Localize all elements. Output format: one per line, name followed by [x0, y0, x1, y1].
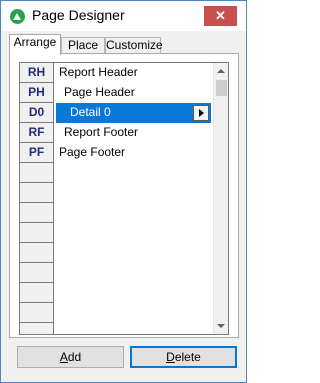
page-designer-window: Page Designer ✕ Arrange Place Customize … — [0, 0, 247, 383]
scroll-thumb[interactable] — [216, 80, 227, 96]
empty-section-row[interactable] — [20, 203, 228, 223]
empty-section-row[interactable] — [20, 243, 228, 263]
section-code[interactable] — [20, 183, 54, 203]
section-row[interactable]: D0 Detail 0 — [20, 103, 228, 123]
scroll-up-icon[interactable] — [217, 69, 225, 73]
section-row[interactable]: RF Report Footer — [20, 123, 228, 143]
tab-place[interactable]: Place — [61, 37, 105, 54]
section-code[interactable] — [20, 303, 54, 323]
section-code[interactable]: D0 — [20, 103, 54, 123]
add-label-rest: dd — [67, 350, 82, 364]
delete-label-rest: elete — [174, 350, 201, 364]
section-name: Page Footer — [59, 145, 126, 159]
empty-section-row[interactable] — [20, 323, 228, 334]
section-code[interactable]: PF — [20, 143, 54, 163]
arrange-panel: PF Page Footer RF Report Footer D0 Detail 0 PH… — [9, 53, 239, 338]
section-name: Report Header — [59, 65, 138, 79]
section-row[interactable]: PF Page Footer — [20, 143, 228, 163]
add-mnemonic: A — [59, 350, 68, 364]
section-code[interactable] — [20, 283, 54, 303]
section-code[interactable] — [20, 243, 54, 263]
section-row[interactable]: PH Page Header — [20, 83, 228, 103]
expand-arrow-icon[interactable] — [193, 105, 209, 121]
add-button[interactable]: Add — [17, 346, 124, 368]
section-name: Detail 0 — [70, 105, 111, 119]
empty-section-row[interactable] — [20, 263, 228, 283]
empty-section-row[interactable] — [20, 163, 228, 183]
empty-section-row[interactable] — [20, 283, 228, 303]
vertical-scrollbar[interactable] — [213, 63, 228, 334]
section-code[interactable]: PH — [20, 83, 54, 103]
section-code[interactable] — [20, 323, 54, 334]
section-code[interactable] — [20, 163, 54, 183]
tab-arrange[interactable]: Arrange — [9, 34, 61, 55]
section-list[interactable]: PF Page Footer RF Report Footer D0 Detail 0 PH… — [19, 62, 229, 335]
empty-section-row[interactable] — [20, 223, 228, 243]
section-code[interactable] — [20, 223, 54, 243]
scroll-down-icon[interactable] — [217, 324, 225, 328]
section-code[interactable] — [20, 203, 54, 223]
section-code[interactable] — [20, 263, 54, 283]
section-code[interactable]: RH — [20, 63, 54, 83]
section-name: Page Header — [64, 85, 135, 99]
tab-customize[interactable]: Customize — [105, 37, 163, 54]
empty-section-row[interactable] — [20, 183, 228, 203]
section-name: Report Footer — [64, 125, 139, 139]
delete-mnemonic: D — [166, 350, 175, 364]
close-button[interactable]: ✕ — [204, 6, 237, 26]
section-row[interactable]: RH Report Header — [20, 63, 228, 83]
delete-button[interactable]: Delete — [130, 346, 237, 368]
window-title: Page Designer — [32, 7, 125, 23]
empty-section-row[interactable] — [20, 303, 228, 323]
app-icon — [10, 9, 25, 24]
title-bar[interactable]: Page Designer ✕ — [1, 1, 246, 31]
section-code[interactable]: RF — [20, 123, 54, 143]
